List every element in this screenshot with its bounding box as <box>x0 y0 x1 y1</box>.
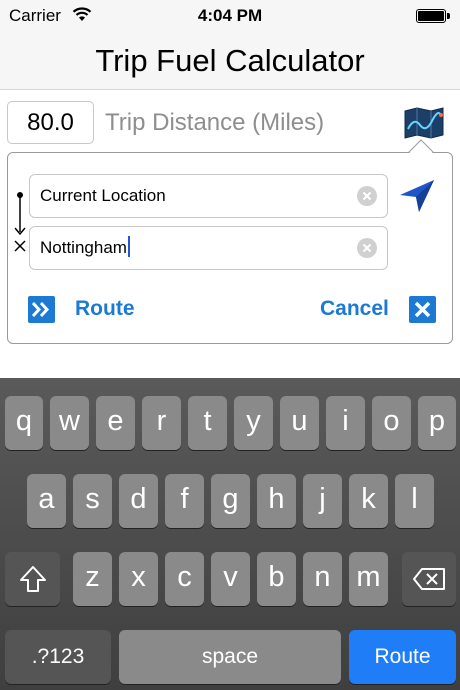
route-button-label: Route <box>75 297 135 320</box>
distance-input[interactable]: 80.0 <box>7 101 94 144</box>
battery-icon <box>416 9 450 23</box>
status-bar: Carrier 4:04 PM <box>0 0 460 32</box>
key-b[interactable]: b <box>257 552 296 606</box>
cancel-button[interactable]: Cancel <box>320 294 436 324</box>
key-h[interactable]: h <box>257 474 296 528</box>
location-arrow-icon[interactable] <box>398 178 436 214</box>
key-a[interactable]: a <box>27 474 66 528</box>
key-j[interactable]: j <box>303 474 342 528</box>
double-chevron-right-icon <box>28 295 55 323</box>
route-button[interactable]: Route <box>28 294 135 324</box>
key-k[interactable]: k <box>349 474 388 528</box>
key-m[interactable]: m <box>349 552 388 606</box>
x-box-icon <box>408 295 436 323</box>
key-o[interactable]: o <box>372 396 411 450</box>
start-location-field[interactable]: Current Location <box>29 174 388 218</box>
shift-key[interactable] <box>5 552 60 606</box>
key-p[interactable]: p <box>418 396 456 450</box>
backspace-key[interactable] <box>402 552 456 606</box>
backspace-icon <box>413 568 445 590</box>
key-v[interactable]: v <box>211 552 250 606</box>
map-icon[interactable] <box>404 107 444 139</box>
key-w[interactable]: w <box>50 396 89 450</box>
keyboard: q w e r t y u i o p a s d f g h j k l z … <box>0 378 460 690</box>
clear-circle-icon[interactable] <box>357 186 377 206</box>
space-key[interactable]: space <box>119 630 341 684</box>
text-caret <box>127 236 130 257</box>
key-i[interactable]: i <box>326 396 365 450</box>
destination-field[interactable]: Nottingham <box>29 226 388 270</box>
clock: 4:04 PM <box>197 6 263 25</box>
key-n[interactable]: n <box>303 552 342 606</box>
destination-value: Nottingham <box>40 238 127 257</box>
key-y[interactable]: y <box>234 396 273 450</box>
page-title: Trip Fuel Calculator <box>95 43 365 78</box>
key-d[interactable]: d <box>119 474 158 528</box>
clear-circle-icon[interactable] <box>357 238 377 258</box>
navigation-bar: Trip Fuel Calculator <box>0 32 460 90</box>
key-s[interactable]: s <box>73 474 112 528</box>
key-e[interactable]: e <box>96 396 135 450</box>
cancel-button-label: Cancel <box>320 297 389 320</box>
key-g[interactable]: g <box>211 474 250 528</box>
route-connector-icon <box>14 192 26 252</box>
distance-label: Trip Distance (Miles) <box>105 109 325 136</box>
key-l[interactable]: l <box>395 474 434 528</box>
shift-arrow-icon <box>19 566 46 592</box>
key-q[interactable]: q <box>5 396 43 450</box>
key-u[interactable]: u <box>280 396 319 450</box>
key-f[interactable]: f <box>165 474 204 528</box>
return-key[interactable]: Route <box>349 630 456 684</box>
key-t[interactable]: t <box>188 396 227 450</box>
key-c[interactable]: c <box>165 552 204 606</box>
key-z[interactable]: z <box>73 552 112 606</box>
start-location-value: Current Location <box>40 186 166 205</box>
numbers-key[interactable]: .?123 <box>5 630 111 684</box>
key-x[interactable]: x <box>119 552 158 606</box>
key-r[interactable]: r <box>142 396 181 450</box>
